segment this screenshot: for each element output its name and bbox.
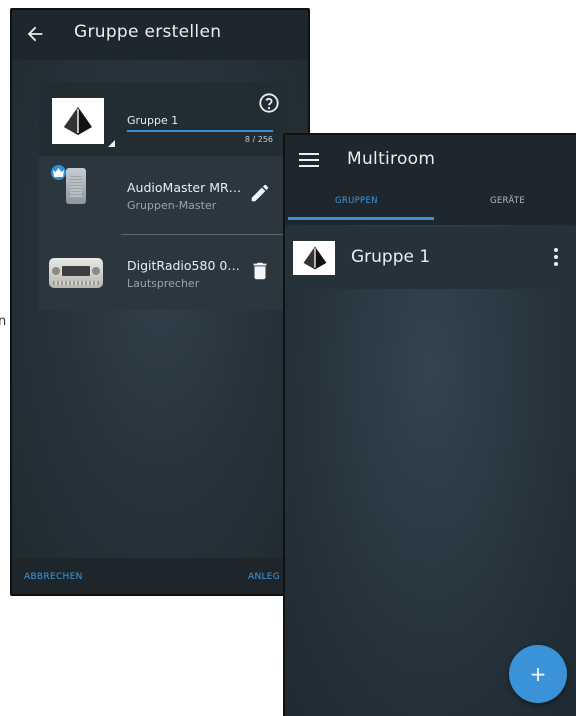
group-editor-card: 8 / 256 AudioMaster MR… Gruppen-Master D… [39, 82, 289, 310]
create-group-screen: Gruppe erstellen 8 / 256 [10, 8, 310, 596]
speaker-image [66, 168, 86, 204]
edit-icon[interactable] [249, 182, 271, 204]
group-list-item[interactable]: Gruppe 1 [285, 227, 576, 289]
group-name-input[interactable] [127, 110, 273, 130]
partial-text-fragment: n [0, 314, 7, 329]
device-name: AudioMaster MR… [127, 180, 242, 195]
plus-icon: + [529, 662, 547, 686]
back-arrow-icon[interactable] [24, 23, 46, 45]
app-bar: Gruppe erstellen [12, 10, 308, 60]
device-row-speaker[interactable]: DigitRadio580 0… Lautsprecher [39, 236, 289, 310]
bottom-action-bar: ABBRECHEN ANLEG [12, 558, 308, 594]
group-name: Gruppe 1 [351, 247, 431, 267]
row-divider [121, 234, 283, 235]
cube-logo-icon [303, 246, 327, 270]
multiroom-screen: Multiroom GRUPPEN GERÄTE Gruppe 1 + [283, 133, 576, 716]
tab-groups[interactable]: GRUPPEN [335, 196, 378, 206]
cube-logo-icon [64, 107, 92, 135]
more-options-icon[interactable] [551, 245, 561, 269]
input-underline [127, 130, 273, 132]
group-logo [293, 241, 335, 275]
logo-change-indicator [108, 140, 115, 147]
create-button[interactable]: ANLEG [248, 572, 280, 582]
device-role: Lautsprecher [127, 277, 200, 290]
character-counter: 8 / 256 [244, 135, 273, 144]
app-bar: Multiroom GRUPPEN GERÄTE [285, 135, 576, 225]
crown-badge-icon [51, 165, 66, 180]
delete-icon[interactable] [249, 260, 271, 282]
screen-title: Gruppe erstellen [74, 22, 222, 42]
device-name: DigitRadio580 0… [127, 258, 240, 273]
radio-image [49, 258, 103, 288]
cancel-button[interactable]: ABBRECHEN [24, 572, 83, 582]
active-tab-indicator [288, 217, 434, 220]
device-row-master[interactable]: AudioMaster MR… Gruppen-Master [39, 158, 289, 232]
screen-title: Multiroom [347, 149, 436, 169]
device-role: Gruppen-Master [127, 199, 217, 212]
add-group-button[interactable]: + [509, 645, 567, 703]
hamburger-menu-icon[interactable] [299, 151, 319, 169]
group-logo[interactable] [52, 98, 104, 144]
group-header: 8 / 256 [39, 82, 289, 156]
tab-devices[interactable]: GERÄTE [490, 196, 525, 206]
